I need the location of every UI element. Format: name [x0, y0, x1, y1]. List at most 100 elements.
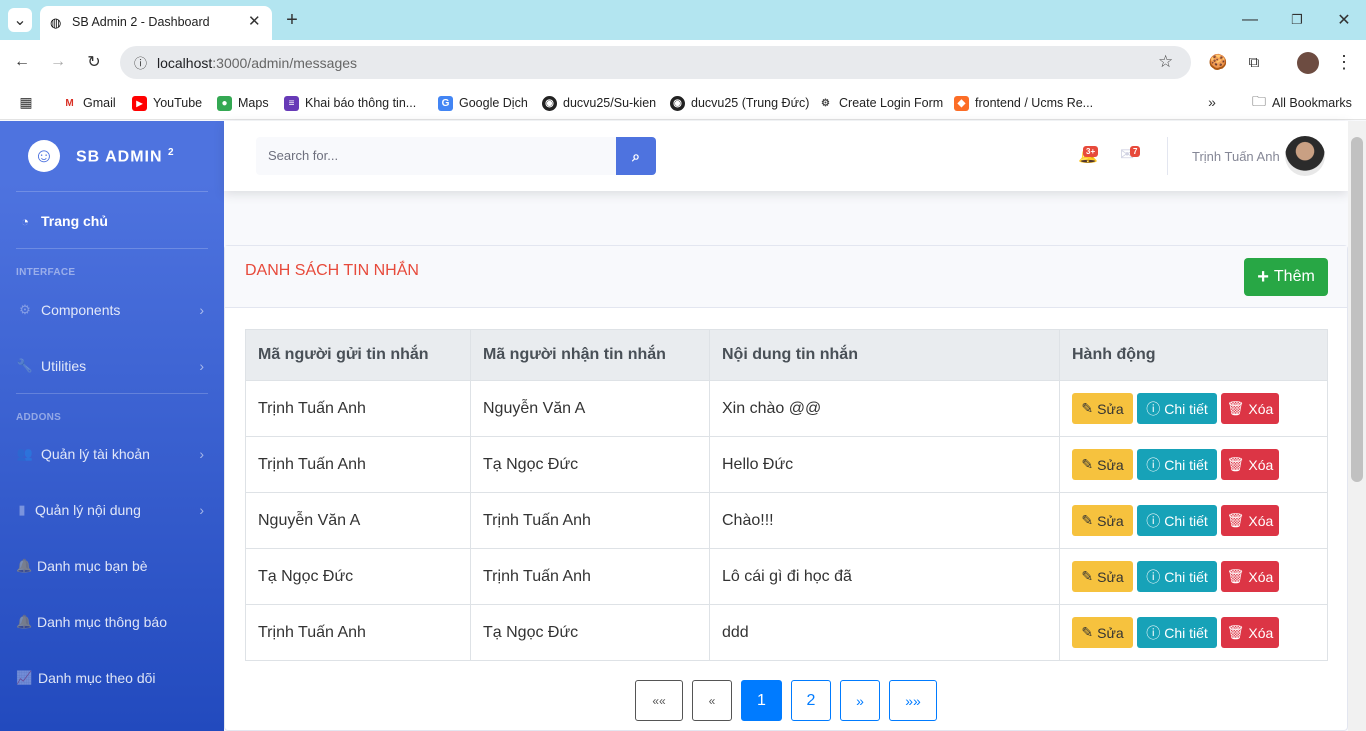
- bookmark-maps[interactable]: ● Maps: [217, 93, 269, 113]
- detail-label: Chi tiết: [1164, 568, 1208, 585]
- sidebar-item-home[interactable]: ◔ Trang chủ: [16, 209, 208, 233]
- delete-button[interactable]: 🗑 Xóa: [1221, 561, 1279, 592]
- edit-button[interactable]: ✎ Sửa: [1072, 561, 1133, 592]
- cog-icon: ⚙: [19, 302, 31, 317]
- cookie-extension-icon[interactable]: 🍪: [1208, 52, 1228, 72]
- cell-receiver: Tạ Ngọc Đức: [470, 436, 710, 493]
- edit-label: Sửa: [1097, 400, 1124, 417]
- restore-icon[interactable]: ❐: [1287, 8, 1307, 32]
- bookmark-create-login[interactable]: ⚙ Create Login Form: [818, 93, 943, 113]
- page-first-button[interactable]: ««: [635, 680, 683, 721]
- info-circle-icon: ⓘ: [1146, 400, 1161, 417]
- detail-button[interactable]: ⓘ Chi tiết: [1137, 449, 1217, 480]
- apps-grid-icon[interactable]: ▦: [16, 92, 36, 112]
- info-circle-icon: ⓘ: [1146, 512, 1161, 529]
- page-2-button[interactable]: 2: [791, 680, 831, 721]
- minimize-icon[interactable]: —: [1240, 8, 1260, 32]
- messages-table: Mã người gửi tin nhắn Mã người nhận tin …: [245, 329, 1328, 661]
- sidebar-item-utilities[interactable]: 🔧 Utilities ›: [16, 354, 208, 378]
- bookmark-trung-duc[interactable]: ◉ ducvu25 (Trung Đức): [670, 93, 809, 113]
- delete-button[interactable]: 🗑 Xóa: [1221, 393, 1279, 424]
- trash-icon: 🗑: [1226, 456, 1245, 472]
- browser-tab[interactable]: ◍ SB Admin 2 - Dashboard ✕: [40, 6, 272, 40]
- page-1-button[interactable]: 1: [741, 680, 782, 721]
- edit-button[interactable]: ✎ Sửa: [1072, 617, 1133, 648]
- trash-icon: 🗑: [1226, 400, 1245, 416]
- plus-icon: +: [1257, 265, 1269, 288]
- detail-button[interactable]: ⓘ Chi tiết: [1137, 393, 1217, 424]
- sidebar-item-follows[interactable]: 📈 Danh mục theo dõi: [16, 666, 208, 690]
- cell-actions: ✎ Sửa ⓘ Chi tiết 🗑 Xóa: [1059, 548, 1328, 605]
- tab-search-icon[interactable]: ⌄: [8, 8, 32, 32]
- tab-close-icon[interactable]: ✕: [248, 12, 261, 30]
- user-avatar[interactable]: [1285, 136, 1325, 176]
- bookmark-frontend[interactable]: ◆ frontend / Ucms Re...: [954, 93, 1093, 113]
- github-icon: ◉: [542, 95, 557, 111]
- bookmark-star-icon[interactable]: ☆: [1158, 52, 1173, 72]
- profile-avatar[interactable]: [1297, 52, 1319, 74]
- sidebar-divider: [16, 393, 208, 394]
- edit-label: Sửa: [1097, 512, 1124, 529]
- edit-button[interactable]: ✎ Sửa: [1072, 393, 1133, 424]
- forward-icon[interactable]: →: [48, 52, 68, 72]
- edit-icon: ✎: [1081, 568, 1094, 584]
- all-bookmarks[interactable]: 🗀 All Bookmarks: [1252, 93, 1352, 113]
- cell-content: Hello Đức: [709, 436, 1060, 493]
- chart-line-icon: 📈: [16, 670, 33, 685]
- messages-badge: 7: [1130, 146, 1141, 157]
- delete-button[interactable]: 🗑 Xóa: [1221, 505, 1279, 536]
- detail-button[interactable]: ⓘ Chi tiết: [1137, 561, 1217, 592]
- cell-receiver: Tạ Ngọc Đức: [470, 604, 710, 661]
- info-circle-icon: ⓘ: [1146, 568, 1161, 585]
- detail-label: Chi tiết: [1164, 456, 1208, 473]
- search-input[interactable]: Search for...: [256, 137, 616, 175]
- action-group: ✎ Sửa ⓘ Chi tiết 🗑 Xóa: [1072, 393, 1315, 424]
- sidebar-item-friends[interactable]: 🔔 Danh mục bạn bè: [16, 554, 208, 578]
- add-button[interactable]: + Thêm: [1244, 258, 1328, 296]
- detail-button[interactable]: ⓘ Chi tiết: [1137, 617, 1217, 648]
- page-next-button[interactable]: »: [840, 680, 880, 721]
- reload-icon[interactable]: ↻: [84, 52, 104, 72]
- bookmark-youtube[interactable]: ▶ YouTube: [132, 93, 202, 113]
- table-row: Trịnh Tuấn Anh Tạ Ngọc Đức Hello Đức ✎ Sửa ⓘ C…: [245, 436, 1328, 493]
- scrollbar-thumb[interactable]: [1351, 137, 1363, 482]
- site-info-icon[interactable]: ⓘ: [134, 53, 147, 72]
- omnibox[interactable]: ⓘ localhost:3000/admin/messages ☆: [120, 46, 1191, 79]
- bookmark-su-kien[interactable]: ◉ ducvu25/Su-kien: [542, 93, 656, 113]
- sidebar-item-notifications[interactable]: 🔔 Danh mục thông báo: [16, 610, 208, 634]
- detail-button[interactable]: ⓘ Chi tiết: [1137, 505, 1217, 536]
- back-icon[interactable]: ←: [12, 52, 32, 72]
- edit-icon: ✎: [1081, 512, 1094, 528]
- new-tab-button[interactable]: +: [282, 8, 302, 32]
- bookmark-google-dich[interactable]: G Google Dịch: [438, 93, 528, 113]
- users-cog-icon: 👥: [16, 446, 34, 461]
- edit-button[interactable]: ✎ Sửa: [1072, 505, 1133, 536]
- bookmark-khai-bao[interactable]: ≡ Khai báo thông tin...: [284, 93, 416, 113]
- globe-icon: ◍: [50, 15, 62, 30]
- edit-button[interactable]: ✎ Sửa: [1072, 449, 1133, 480]
- trash-icon: 🗑: [1226, 624, 1245, 640]
- brand-link[interactable]: SB ADMIN 2: [76, 147, 175, 166]
- sidebar-item-components[interactable]: ⚙ Components ›: [16, 298, 208, 322]
- detail-label: Chi tiết: [1164, 512, 1208, 529]
- page-prev-button[interactable]: «: [692, 680, 732, 721]
- card-title: DANH SÁCH TIN NHẮN: [245, 262, 419, 279]
- user-name[interactable]: Trịnh Tuấn Anh: [1192, 149, 1280, 164]
- sidebar-item-accounts[interactable]: 👥 Quản lý tài khoản ›: [16, 442, 208, 466]
- extensions-icon[interactable]: ⧉: [1244, 52, 1264, 72]
- bookmark-gmail[interactable]: M Gmail: [62, 93, 116, 113]
- cell-content: Lô cái gì đi học đã: [709, 548, 1060, 605]
- sidebar-item-content[interactable]: ▮ Quản lý nội dung ›: [16, 498, 208, 522]
- action-group: ✎ Sửa ⓘ Chi tiết 🗑 Xóa: [1072, 561, 1315, 592]
- search-button[interactable]: ⌕: [616, 137, 656, 175]
- folder-icon: 🗀: [1252, 93, 1266, 109]
- browser-menu-icon[interactable]: ⋮: [1334, 52, 1354, 72]
- page-last-button[interactable]: »»: [889, 680, 937, 721]
- chevron-right-icon: ›: [199, 446, 204, 462]
- delete-button[interactable]: 🗑 Xóa: [1221, 617, 1279, 648]
- more-bookmarks-icon[interactable]: »: [1202, 92, 1222, 112]
- delete-button[interactable]: 🗑 Xóa: [1221, 449, 1279, 480]
- translate-icon: G: [438, 95, 453, 111]
- edit-label: Sửa: [1097, 624, 1124, 641]
- close-window-icon[interactable]: ✕: [1334, 8, 1354, 32]
